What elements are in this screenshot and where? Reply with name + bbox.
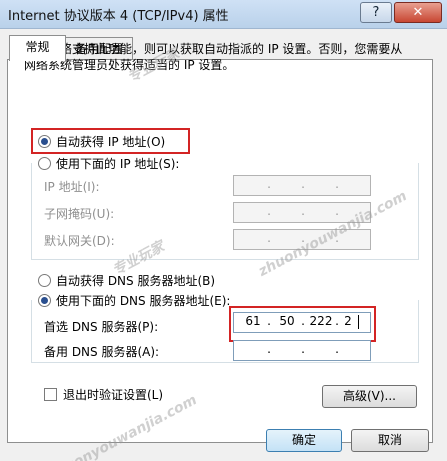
alternate-dns-label: 备用 DNS 服务器(A):	[44, 345, 160, 359]
preferred-dns-field[interactable]: 61 . 50 . 222 . 2	[233, 312, 371, 333]
default-gateway-label: 默认网关(D):	[44, 234, 115, 248]
preferred-dns-label: 首选 DNS 服务器(P):	[44, 320, 159, 334]
cancel-button[interactable]: 取消	[351, 429, 429, 452]
dns-octet-3: 222	[309, 314, 333, 328]
validate-on-exit-label: 退出时验证设置(L)	[63, 388, 164, 402]
tab-general[interactable]: 常规	[9, 35, 66, 61]
ip-address-field: ...	[233, 175, 371, 196]
advanced-button[interactable]: 高级(V)...	[322, 385, 417, 408]
validate-on-exit-checkbox[interactable]: 退出时验证设置(L)	[44, 386, 163, 403]
dns-octet-1: 61	[245, 314, 261, 328]
radio-auto-ip[interactable]: 自动获得 IP 地址(O)	[38, 133, 165, 150]
text-caret	[358, 315, 359, 329]
subnet-mask-label: 子网掩码(U):	[44, 207, 115, 221]
ok-button[interactable]: 确定	[266, 429, 342, 452]
default-gateway-field: ...	[233, 229, 371, 250]
title-bar: Internet 协议版本 4 (TCP/IPv4) 属性 ? ✕	[0, 0, 447, 29]
ip-address-label: IP 地址(I):	[44, 180, 100, 194]
ipv4-properties-dialog: Internet 协议版本 4 (TCP/IPv4) 属性 ? ✕ 常规 备用配…	[0, 0, 447, 461]
dns-octet-2: 50	[279, 314, 295, 328]
checkbox-icon	[44, 388, 57, 401]
radio-auto-dns[interactable]: 自动获得 DNS 服务器地址(B)	[38, 272, 215, 289]
radio-auto-ip-label: 自动获得 IP 地址(O)	[56, 135, 166, 149]
window-title: Internet 协议版本 4 (TCP/IPv4) 属性	[8, 9, 229, 24]
radio-empty-icon	[38, 274, 51, 287]
close-button[interactable]: ✕	[394, 2, 442, 23]
alternate-dns-field[interactable]: ...	[233, 340, 371, 361]
radio-auto-dns-label: 自动获得 DNS 服务器地址(B)	[56, 274, 216, 288]
radio-selected-icon	[38, 135, 51, 148]
subnet-mask-field: ...	[233, 202, 371, 223]
description-text: 如果网络支持此功能，则可以获取自动指派的 IP 设置。否则，您需要从网络系统管理…	[24, 42, 403, 72]
help-button[interactable]: ?	[360, 2, 392, 23]
dns-octet-4: 2	[344, 314, 352, 328]
